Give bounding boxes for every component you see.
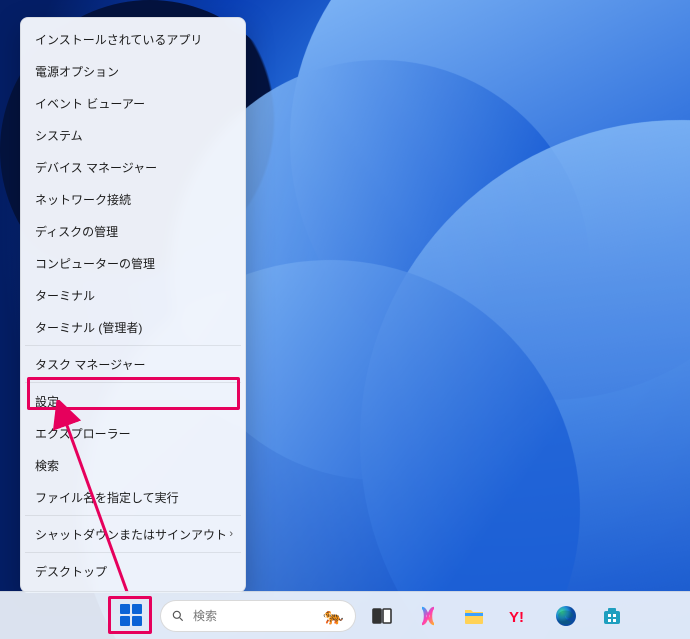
menu-item-label: ファイル名を指定して実行	[35, 489, 179, 506]
context-menu-item[interactable]: コンピューターの管理	[23, 247, 243, 279]
search-icon	[171, 609, 185, 623]
taskbar: 検索 🐅	[0, 591, 690, 639]
start-context-menu: インストールされているアプリ電源オプションイベント ビューアーシステムデバイス …	[20, 17, 246, 593]
menu-separator	[25, 345, 241, 346]
context-menu-item[interactable]: ディスクの管理	[23, 215, 243, 247]
context-menu-item[interactable]: イベント ビューアー	[23, 87, 243, 119]
menu-item-label: ターミナル (管理者)	[35, 319, 142, 336]
microsoft-store-icon	[600, 604, 624, 628]
context-menu-item[interactable]: ターミナル (管理者)	[23, 311, 243, 343]
context-menu-item[interactable]: デスクトップ	[23, 555, 243, 587]
search-placeholder: 検索	[193, 607, 315, 624]
edge-icon	[554, 604, 578, 628]
context-menu-item[interactable]: 設定	[23, 385, 243, 417]
menu-item-label: ターミナル	[35, 287, 95, 304]
taskbar-search[interactable]: 検索 🐅	[160, 600, 356, 632]
menu-item-label: 電源オプション	[35, 63, 119, 80]
menu-item-label: デバイス マネージャー	[35, 159, 157, 176]
context-menu-item[interactable]: タスク マネージャー	[23, 348, 243, 380]
menu-item-label: エクスプローラー	[35, 425, 131, 442]
context-menu-item[interactable]: ネットワーク接続	[23, 183, 243, 215]
context-menu-item[interactable]: シャットダウンまたはサインアウト›	[23, 518, 243, 550]
search-doodle-icon: 🐅	[323, 606, 345, 626]
context-menu-item[interactable]: 電源オプション	[23, 55, 243, 87]
menu-item-label: コンピューターの管理	[35, 255, 155, 272]
menu-item-label: ディスクの管理	[35, 223, 118, 240]
yahoo-icon: Y!	[508, 604, 532, 628]
menu-item-label: イベント ビューアー	[35, 95, 145, 112]
windows-logo-icon	[120, 604, 142, 626]
context-menu-item[interactable]: 検索	[23, 449, 243, 481]
menu-item-label: シャットダウンまたはサインアウト	[35, 526, 227, 543]
context-menu-item[interactable]: ファイル名を指定して実行	[23, 481, 243, 513]
menu-item-label: タスク マネージャー	[35, 356, 146, 373]
context-menu-item[interactable]: システム	[23, 119, 243, 151]
menu-item-label: ネットワーク接続	[35, 191, 131, 208]
context-menu-item[interactable]: インストールされているアプリ	[23, 23, 243, 55]
copilot-icon	[416, 604, 440, 628]
menu-separator	[25, 382, 241, 383]
menu-item-label: デスクトップ	[35, 563, 107, 580]
svg-text:Y!: Y!	[509, 609, 524, 626]
edge-button[interactable]	[546, 596, 586, 636]
task-view-button[interactable]	[362, 596, 402, 636]
context-menu-item[interactable]: ターミナル	[23, 279, 243, 311]
menu-separator	[25, 552, 241, 553]
menu-item-label: 検索	[35, 457, 59, 474]
context-menu-item[interactable]: エクスプローラー	[23, 417, 243, 449]
copilot-button[interactable]	[408, 596, 448, 636]
menu-item-label: インストールされているアプリ	[35, 31, 202, 48]
file-explorer-button[interactable]	[454, 596, 494, 636]
microsoft-store-button[interactable]	[592, 596, 632, 636]
chevron-right-icon: ›	[229, 528, 233, 540]
task-view-icon	[370, 604, 394, 628]
desktop: インストールされているアプリ電源オプションイベント ビューアーシステムデバイス …	[0, 0, 690, 639]
file-explorer-icon	[462, 604, 486, 628]
start-button[interactable]	[116, 600, 146, 630]
menu-item-label: システム	[35, 127, 83, 144]
svg-text:🐅: 🐅	[323, 607, 344, 625]
context-menu-item[interactable]: デバイス マネージャー	[23, 151, 243, 183]
yahoo-button[interactable]: Y!	[500, 596, 540, 636]
menu-separator	[25, 515, 241, 516]
menu-item-label: 設定	[35, 393, 59, 410]
